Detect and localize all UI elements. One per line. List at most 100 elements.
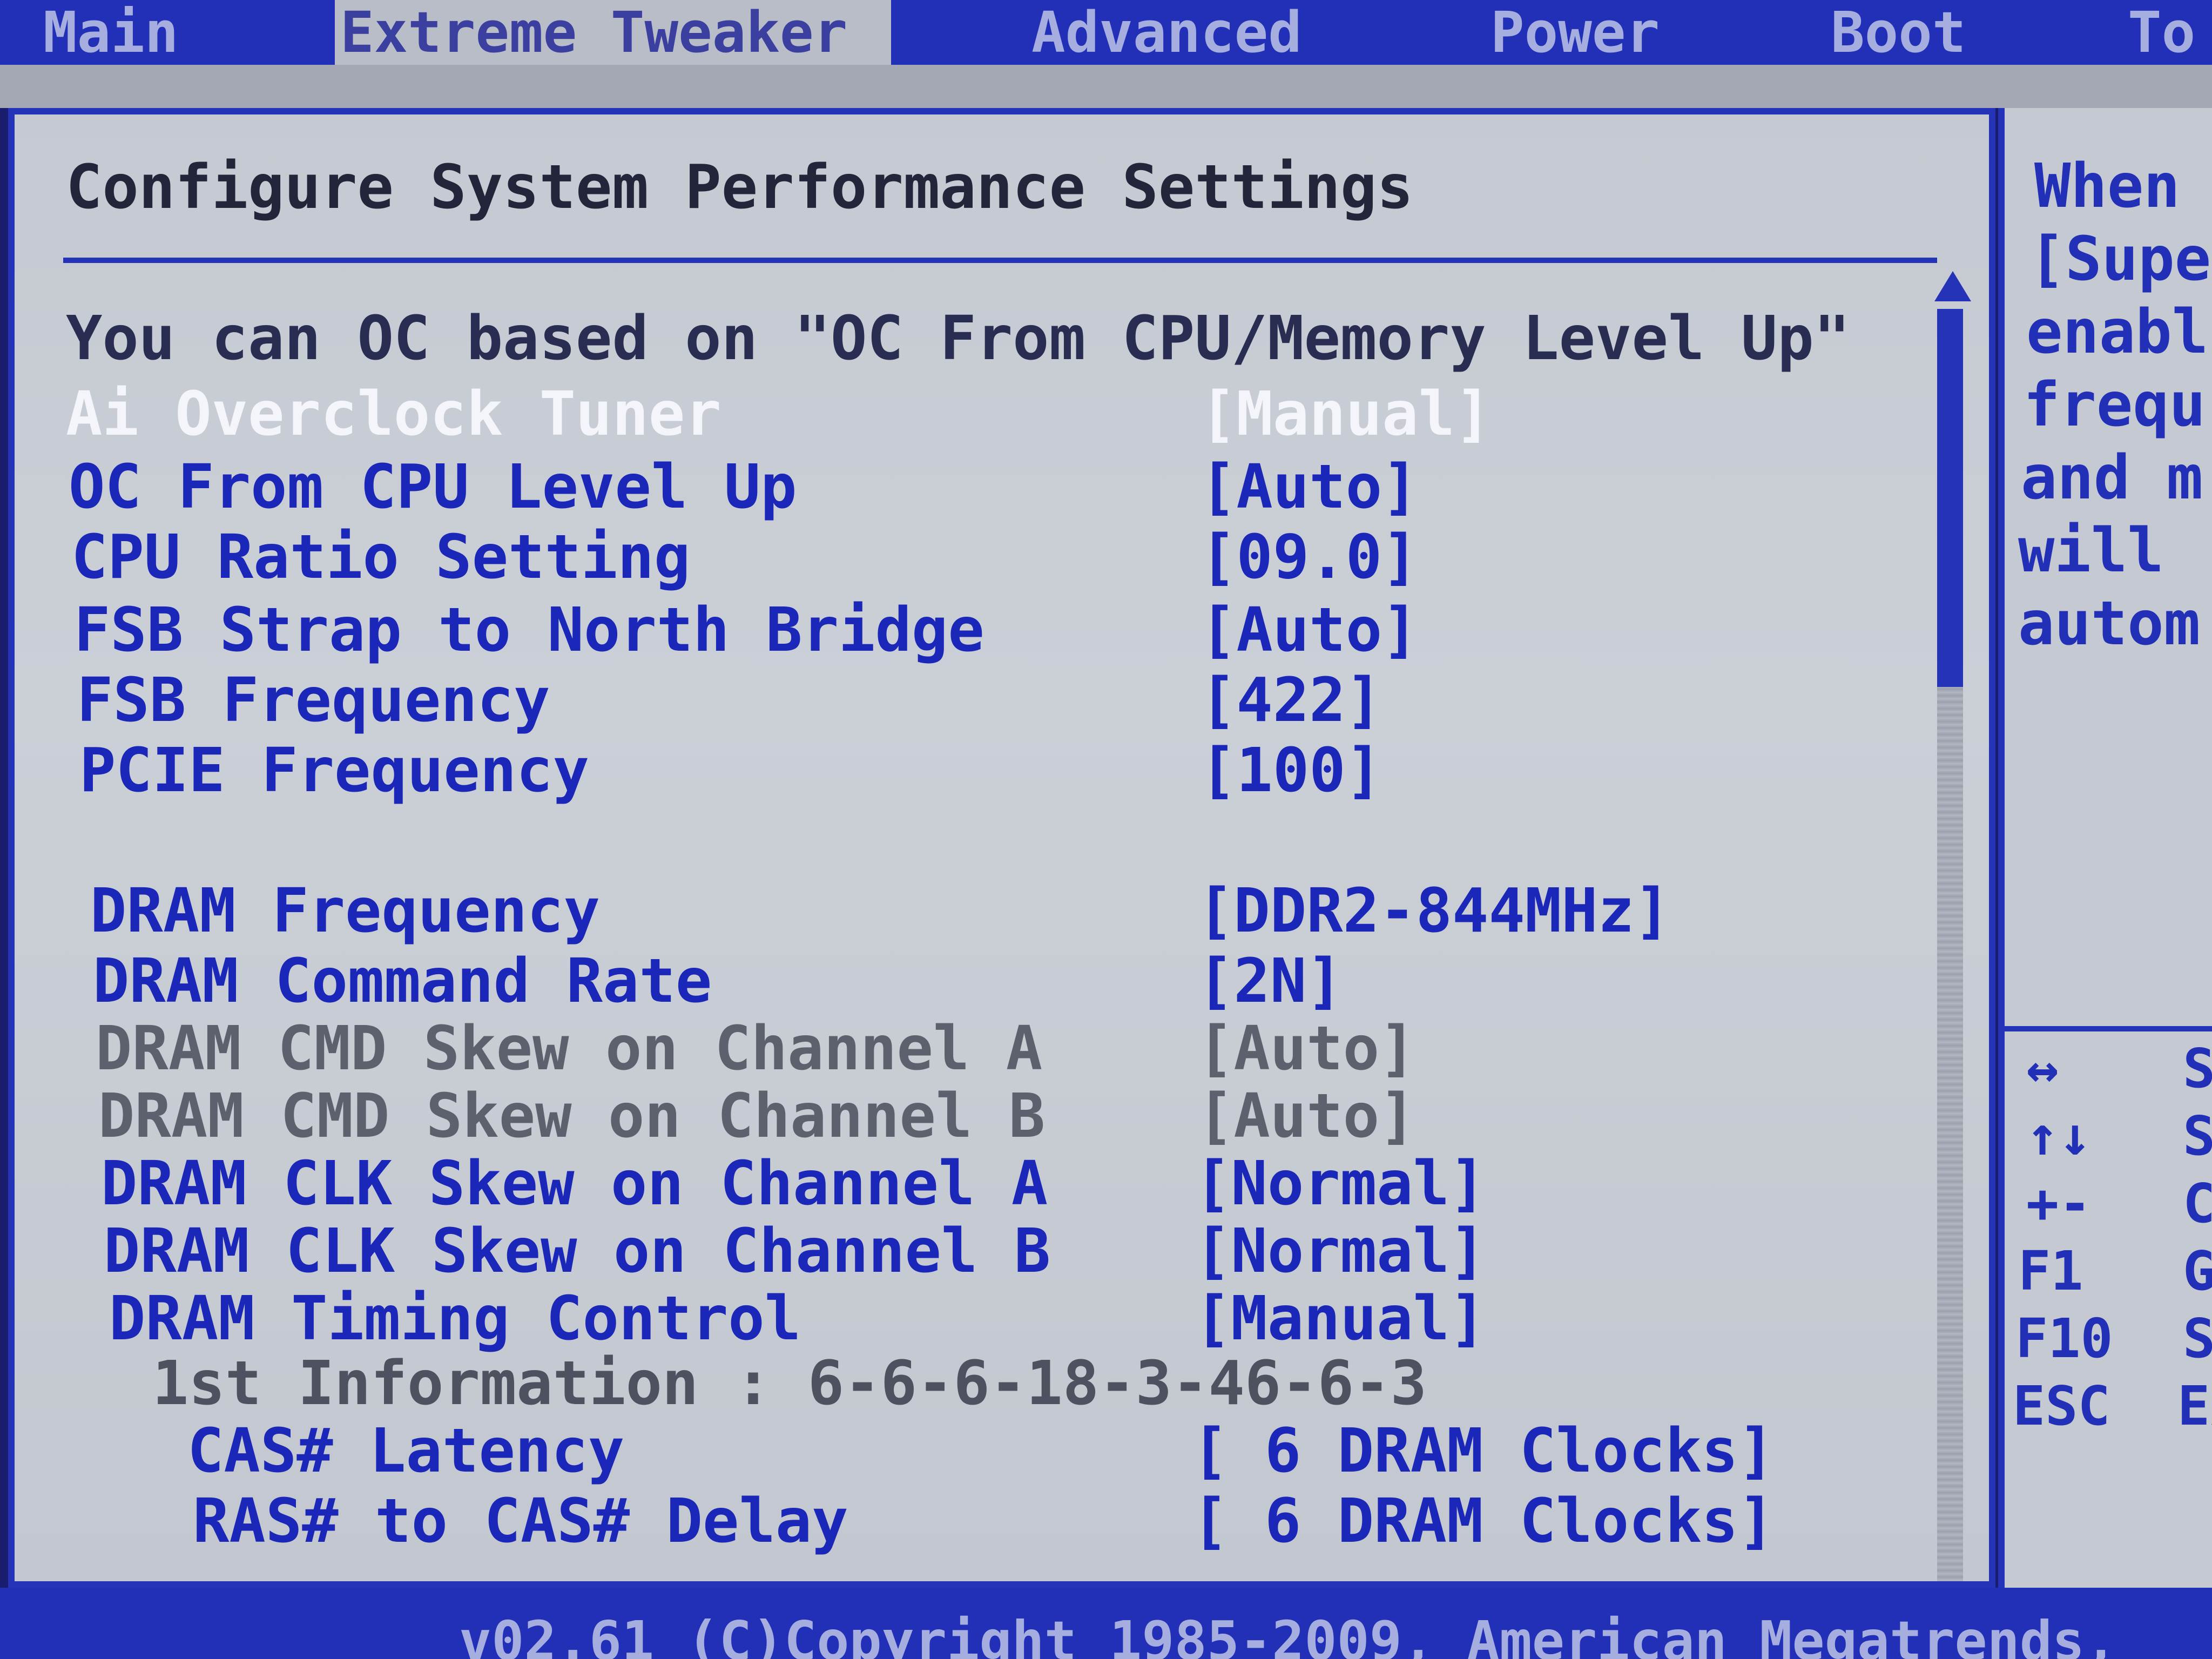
setting-label: DRAM Timing Control — [109, 1284, 801, 1354]
setting-fsb-frequency-value[interactable]: [422] — [1200, 665, 1382, 736]
key-up-down-arrows-icon: ↑↓ — [2026, 1104, 2092, 1168]
help-panel: When [Supe enabl frequ and m will autom … — [1998, 108, 2212, 1588]
setting-dram-clk-skew-b-value[interactable]: [Normal] — [1195, 1216, 1486, 1286]
setting-dram-clk-skew-a-value[interactable]: [Normal] — [1195, 1149, 1486, 1219]
key-f10: F10 — [2015, 1307, 2113, 1370]
setting-label: DRAM Frequency — [90, 876, 601, 946]
help-text-line: will — [2018, 516, 2164, 586]
key-desc: G — [2183, 1239, 2212, 1303]
key-f1: F1 — [2018, 1239, 2083, 1303]
setting-label: CPU Ratio Setting — [71, 522, 691, 592]
setting-oc-from-cpu-level-up-value[interactable]: [Auto] — [1200, 452, 1419, 522]
setting-value: [Auto] — [1197, 1014, 1416, 1084]
help-text-line: enabl — [2026, 297, 2209, 367]
setting-dram-cmd-skew-b-value: [Auto] — [1197, 1081, 1416, 1151]
title-divider — [63, 258, 1937, 263]
key-left-right-arrows-icon: ↔ — [2026, 1037, 2059, 1100]
tab-advanced[interactable]: Advanced — [1031, 0, 1355, 65]
setting-label: FSB Frequency — [77, 665, 550, 736]
help-text-line: frequ — [2024, 370, 2206, 440]
setting-value: [ 6 DRAM Clocks] — [1192, 1486, 1775, 1556]
setting-label: Ai Overclock Tuner — [66, 379, 721, 449]
key-desc: Sa — [2183, 1307, 2212, 1370]
setting-dram-cmd-skew-b: DRAM CMD Skew on Channel B — [98, 1081, 1045, 1151]
setting-value: [422] — [1200, 665, 1382, 736]
help-text-line: autom — [2018, 589, 2201, 659]
setting-ai-overclock-tuner[interactable]: Ai Overclock Tuner — [66, 379, 721, 449]
key-desc: C — [2183, 1172, 2212, 1235]
setting-fsb-strap-value[interactable]: [Auto] — [1200, 595, 1419, 665]
tab-boot[interactable]: Boot — [1831, 0, 2036, 65]
setting-dram-clk-skew-b[interactable]: DRAM CLK Skew on Channel B — [104, 1216, 1050, 1286]
setting-label: RAS# to CAS# Delay — [193, 1486, 848, 1556]
setting-fsb-frequency[interactable]: FSB Frequency — [77, 665, 550, 736]
setting-dram-cmd-skew-a-value: [Auto] — [1197, 1014, 1416, 1084]
setting-cpu-ratio[interactable]: CPU Ratio Setting — [71, 522, 690, 592]
key-plus-minus: +- — [2026, 1172, 2092, 1235]
setting-value: [Normal] — [1195, 1216, 1486, 1286]
settings-panel: Configure System Performance Settings Yo… — [8, 108, 1995, 1588]
setting-value: [Normal] — [1195, 1149, 1486, 1219]
setting-dram-timing-control-value[interactable]: [Manual] — [1195, 1284, 1486, 1354]
help-text-line: When — [2034, 151, 2180, 221]
setting-dram-command-rate[interactable]: DRAM Command Rate — [93, 946, 712, 1016]
setting-label: DRAM Command Rate — [93, 946, 712, 1016]
setting-value: [100] — [1200, 736, 1382, 806]
setting-value: [Auto] — [1200, 452, 1419, 522]
setting-dram-command-rate-value[interactable]: [2N] — [1197, 946, 1343, 1016]
setting-label: FSB Strap to North Bridge — [74, 595, 984, 665]
setting-cas-latency-value[interactable]: [ 6 DRAM Clocks] — [1192, 1416, 1775, 1486]
tab-main[interactable]: Main — [32, 0, 346, 65]
setting-fsb-strap[interactable]: FSB Strap to North Bridge — [74, 595, 984, 665]
setting-value: [Manual] — [1195, 1284, 1486, 1354]
setting-dram-frequency-value[interactable]: [DDR2-844MHz] — [1197, 876, 1671, 946]
setting-value: [2N] — [1197, 946, 1343, 1016]
footer-bar: v02.61 (C)Copyright 1985-2009, American … — [0, 1588, 2212, 1659]
setting-value: [09.0] — [1200, 522, 1419, 592]
setting-dram-cmd-skew-a: DRAM CMD Skew on Channel A — [96, 1014, 1042, 1084]
key-esc: ESC — [2013, 1374, 2110, 1438]
menu-strip — [0, 65, 2212, 108]
setting-value: [Auto] — [1197, 1081, 1416, 1151]
setting-label: PCIE Frequency — [79, 736, 590, 806]
tab-extreme-tweaker[interactable]: Extreme Tweaker — [335, 0, 891, 65]
help-divider — [2005, 1026, 2212, 1031]
key-desc: Ex — [2177, 1374, 2212, 1438]
setting-label: CAS# Latency — [187, 1416, 625, 1486]
scrollbar[interactable] — [1937, 309, 1963, 1581]
setting-label: DRAM CLK Skew on Channel B — [104, 1216, 1051, 1286]
setting-label: DRAM CMD Skew on Channel B — [98, 1081, 1046, 1151]
setting-oc-from-cpu-level-up[interactable]: OC From CPU Level Up — [69, 452, 797, 522]
setting-pcie-frequency-value[interactable]: [100] — [1200, 736, 1382, 806]
setting-value: [ 6 DRAM Clocks] — [1192, 1416, 1775, 1486]
setting-dram-clk-skew-a[interactable]: DRAM CLK Skew on Channel A — [101, 1149, 1048, 1219]
setting-value: [DDR2-844MHz] — [1197, 876, 1671, 946]
tab-tools[interactable]: To — [2128, 0, 2212, 65]
setting-label: DRAM CLK Skew on Channel A — [101, 1149, 1048, 1219]
setting-ras-to-cas-delay-value[interactable]: [ 6 DRAM Clocks] — [1192, 1486, 1775, 1556]
help-text-line: [Supe — [2029, 224, 2211, 294]
menu-bar: Main Extreme Tweaker Advanced Power Boot… — [0, 0, 2212, 73]
setting-cas-latency[interactable]: CAS# Latency — [187, 1416, 624, 1486]
setting-value: [Manual] — [1200, 379, 1492, 449]
copyright-text: v02.61 (C)Copyright 1985-2009, American … — [459, 1609, 2117, 1659]
setting-value: [Auto] — [1200, 595, 1419, 665]
setting-label: OC From CPU Level Up — [69, 452, 797, 522]
setting-dram-frequency[interactable]: DRAM Frequency — [90, 876, 600, 946]
timing-info-text: 1st Information : 6-6-6-18-3-46-6-3 — [152, 1348, 1427, 1419]
key-desc: S — [2183, 1104, 2212, 1168]
setting-ai-overclock-tuner-value[interactable]: [Manual] — [1200, 379, 1491, 449]
setting-ras-to-cas-delay[interactable]: RAS# to CAS# Delay — [193, 1486, 848, 1556]
page-title: Configure System Performance Settings — [66, 152, 1413, 222]
timing-info-line: 1st Information : 6-6-6-18-3-46-6-3 — [152, 1348, 1427, 1419]
setting-label: DRAM CMD Skew on Channel A — [96, 1014, 1043, 1084]
setting-cpu-ratio-value[interactable]: [09.0] — [1200, 522, 1419, 592]
setting-dram-timing-control[interactable]: DRAM Timing Control — [109, 1284, 801, 1354]
key-desc: S — [2183, 1037, 2212, 1100]
tab-power[interactable]: Power — [1491, 0, 1739, 65]
setting-pcie-frequency[interactable]: PCIE Frequency — [79, 736, 589, 806]
oc-note: You can OC based on "OC From CPU/Memory … — [66, 304, 1851, 374]
scroll-up-arrow-icon[interactable] — [1934, 271, 1971, 301]
help-text-line: and m — [2021, 443, 2203, 513]
scroll-thumb[interactable] — [1937, 309, 1963, 687]
